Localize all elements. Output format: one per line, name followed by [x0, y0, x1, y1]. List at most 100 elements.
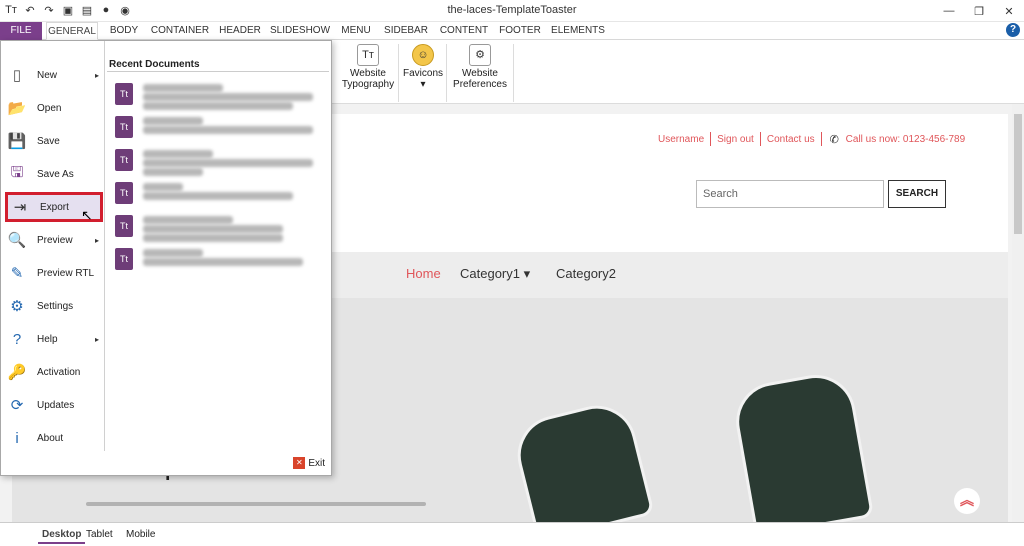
file-menu-item-open[interactable]: 📂 Open	[5, 93, 103, 123]
blurred-document-path	[143, 258, 303, 266]
blurred-document-path	[143, 93, 313, 101]
file-menu-item-settings[interactable]: ⚙ Settings	[5, 291, 103, 321]
tab-slideshow[interactable]: SLIDESHOW	[270, 22, 330, 40]
file-menu-item-help[interactable]: ? Help ▸	[5, 324, 103, 354]
save-as-icon: 🖫	[10, 163, 24, 181]
menu-item-category2[interactable]: Category2	[556, 266, 616, 281]
recent-document-item[interactable]: Tt	[113, 81, 323, 111]
preview-icon: 🔍	[7, 232, 27, 249]
username-link[interactable]: Username	[652, 134, 710, 145]
tab-mobile[interactable]: Mobile	[122, 526, 159, 544]
document-icon: Tt	[115, 215, 133, 237]
sign-out-link[interactable]: Sign out	[711, 134, 760, 145]
updates-icon: ⟳	[10, 397, 24, 414]
blurred-document-path	[143, 234, 283, 242]
window-controls: — ❐ ✕	[934, 0, 1024, 22]
file-menu-label: New	[37, 69, 58, 81]
recent-document-item[interactable]: Tt	[113, 213, 323, 243]
help-icon[interactable]: ?	[1006, 23, 1020, 37]
file-menu-label: Preview	[37, 234, 73, 246]
sneaker-image	[729, 368, 875, 522]
recent-document-item[interactable]: Tt	[113, 147, 323, 177]
document-icon: Tt	[115, 248, 133, 270]
file-menu-item-new[interactable]: ▯ New ▸	[5, 60, 103, 90]
phone-text: Call us now: 0123-456-789	[845, 133, 966, 145]
ribbon-separator	[398, 44, 399, 102]
mouse-cursor-icon: ↖	[81, 207, 93, 223]
device-tabs: Desktop Tablet Mobile	[0, 522, 1024, 546]
open-folder-icon: 📂	[7, 100, 27, 117]
blurred-document-path	[143, 102, 293, 110]
contact-us-link[interactable]: Contact us	[761, 134, 821, 145]
ribbon-separator	[513, 44, 514, 102]
blurred-document-path	[143, 225, 283, 233]
key-icon: 🔑	[7, 364, 27, 381]
tab-file[interactable]: FILE	[0, 22, 42, 40]
recent-document-item[interactable]: Tt	[113, 114, 323, 144]
tab-menu[interactable]: MENU	[338, 22, 374, 40]
exit-icon: ✕	[293, 457, 306, 469]
file-menu-label: Settings	[37, 300, 74, 312]
file-menu-item-save[interactable]: 💾 Save	[5, 126, 103, 156]
file-menu: ▯ New ▸ 📂 Open 💾 Save 🖫 Save As ⇥ Export 🔍 Preview ▸ ✎…	[0, 40, 332, 476]
chevron-down-icon: ▾	[420, 79, 426, 90]
favicons-button[interactable]: ☺ Favicons ▾	[402, 44, 444, 100]
restore-icon[interactable]: ❐	[964, 0, 994, 22]
new-document-icon: ▯	[12, 67, 22, 84]
file-menu-label: Open	[37, 102, 62, 114]
tab-content[interactable]: CONTENT	[438, 22, 490, 40]
exit-button[interactable]: ✕ Exit	[293, 457, 325, 469]
tab-body[interactable]: BODY	[106, 22, 142, 40]
file-menu-item-about[interactable]: i About	[5, 423, 103, 453]
blurred-document-path	[143, 126, 313, 134]
tab-container[interactable]: CONTAINER	[150, 22, 210, 40]
ribbon-separator	[446, 44, 447, 102]
exit-label: Exit	[308, 457, 325, 469]
save-icon: 💾	[7, 133, 27, 150]
scrollbar-thumb[interactable]	[1014, 114, 1022, 234]
tab-elements[interactable]: ELEMENTS	[550, 22, 606, 40]
close-icon[interactable]: ✕	[994, 0, 1024, 22]
file-menu-item-preview-rtl[interactable]: ✎ Preview RTL	[5, 258, 103, 288]
ribbon-tabs: FILE GENERAL BODY CONTAINER HEADER SLIDE…	[0, 22, 1024, 40]
chevron-right-icon: ▸	[94, 334, 99, 344]
search-button[interactable]: SEARCH	[888, 180, 946, 208]
file-menu-item-save-as[interactable]: 🖫 Save As	[5, 159, 103, 189]
ribbon-label: Website Preferences	[453, 68, 507, 90]
sneaker-image	[509, 397, 655, 522]
file-menu-item-updates[interactable]: ⟳ Updates	[5, 390, 103, 420]
divider	[820, 132, 822, 146]
tab-footer[interactable]: FOOTER	[498, 22, 542, 40]
help-icon: ?	[12, 330, 22, 348]
recent-document-item[interactable]: Tt	[113, 246, 323, 276]
divider	[107, 71, 329, 72]
tab-general[interactable]: GENERAL	[46, 22, 98, 40]
file-menu-item-activation[interactable]: 🔑 Activation	[5, 357, 103, 387]
scroll-to-top-icon[interactable]: ︽	[954, 488, 980, 514]
menu-item-home[interactable]: Home	[406, 266, 441, 281]
favicon-icon: ☺	[412, 44, 434, 66]
vertical-scrollbar[interactable]	[1012, 104, 1024, 522]
recent-documents-panel: Recent Documents Tt Tt Tt Tt Tt Tt	[107, 41, 331, 451]
document-icon: Tt	[115, 149, 133, 171]
export-icon: ⇥	[13, 199, 27, 216]
tab-header[interactable]: HEADER	[218, 22, 262, 40]
preferences-icon: ⚙	[469, 44, 491, 66]
file-menu-label: Help	[37, 333, 58, 345]
tab-tablet[interactable]: Tablet	[82, 526, 117, 544]
document-icon: Tt	[115, 116, 133, 138]
recent-documents-title: Recent Documents	[109, 59, 200, 70]
search-input[interactable]: Search	[696, 180, 884, 208]
tab-sidebar[interactable]: SIDEBAR	[382, 22, 430, 40]
tab-desktop[interactable]: Desktop	[38, 526, 86, 544]
minimize-icon[interactable]: —	[934, 0, 964, 22]
website-preferences-button[interactable]: ⚙ Website Preferences	[450, 44, 510, 100]
menu-item-category1[interactable]: Category1 ▾	[460, 266, 530, 282]
preview-rtl-icon: ✎	[10, 265, 24, 282]
hero-subtext	[86, 502, 426, 506]
file-menu-item-preview[interactable]: 🔍 Preview ▸	[5, 225, 103, 255]
file-menu-label: Save As	[37, 168, 74, 180]
recent-document-item[interactable]: Tt	[113, 180, 323, 210]
website-typography-button[interactable]: Tт Website Typography	[340, 44, 396, 100]
blurred-document-path	[143, 216, 233, 224]
